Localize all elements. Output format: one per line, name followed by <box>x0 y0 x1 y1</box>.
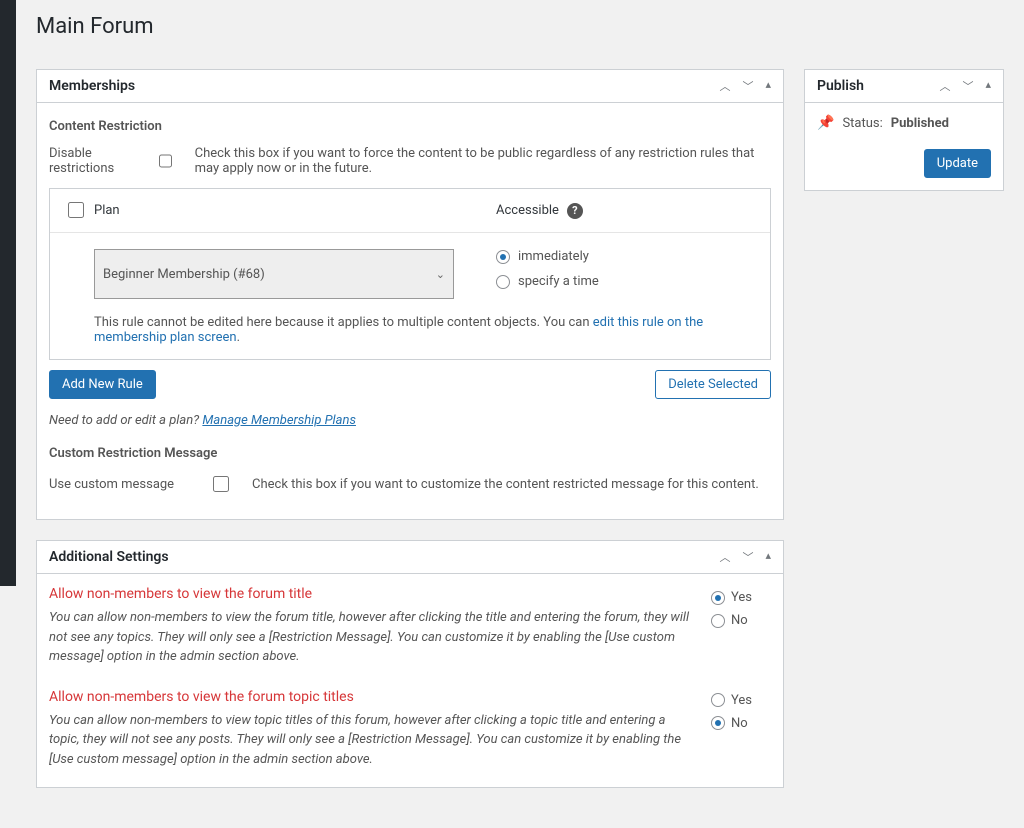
memberships-header: Memberships ︿ ﹀ ▴ <box>37 70 783 103</box>
access-immediately-label: immediately <box>518 249 589 264</box>
setting-topic-titles: Allow non-members to view the forum topi… <box>49 689 693 705</box>
setting-topic-titles-desc: You can allow non-members to view topic … <box>49 711 693 770</box>
custom-message-hint: Check this box if you want to customize … <box>252 477 759 492</box>
caret-up-icon[interactable]: ▴ <box>765 549 771 565</box>
access-specify-label: specify a time <box>518 274 599 289</box>
caret-up-icon[interactable]: ▴ <box>765 78 771 94</box>
manage-plans-prefix: Need to add or edit a plan? <box>49 413 199 428</box>
memberships-box: Memberships ︿ ﹀ ▴ Content Restriction Di… <box>36 69 784 520</box>
chevron-down-icon[interactable]: ﹀ <box>742 549 753 565</box>
chevron-up-icon[interactable]: ︿ <box>939 78 950 94</box>
delete-selected-button[interactable]: Delete Selected <box>655 370 771 399</box>
plan-select[interactable]: Beginner Membership (#68) ⌄ <box>94 249 454 299</box>
memberships-title: Memberships <box>49 78 135 94</box>
rules-table: Plan Accessible ? Beginner Membership (#… <box>49 188 771 360</box>
publish-title: Publish <box>817 78 864 94</box>
s2-yes-radio[interactable] <box>711 693 725 707</box>
select-all-rules-checkbox[interactable] <box>68 202 84 218</box>
access-specify-radio[interactable] <box>496 275 510 289</box>
no-label: No <box>731 716 748 731</box>
key-icon: 📌 <box>817 115 834 131</box>
chevron-down-icon: ⌄ <box>436 268 445 281</box>
rule-note-prefix: This rule cannot be edited here because … <box>94 315 593 330</box>
accessible-column-header: Accessible <box>496 203 559 218</box>
status-value: Published <box>891 116 949 131</box>
yes-label: Yes <box>731 693 752 708</box>
custom-message-label: Use custom message <box>49 477 189 492</box>
rule-note: This rule cannot be edited here because … <box>50 309 770 359</box>
status-label: Status: <box>842 116 882 131</box>
help-icon[interactable]: ? <box>567 203 583 219</box>
caret-up-icon[interactable]: ▴ <box>985 78 991 94</box>
custom-message-checkbox[interactable] <box>213 476 229 492</box>
s1-yes-radio[interactable] <box>711 591 725 605</box>
manage-plans-link[interactable]: Manage Membership Plans <box>202 413 356 428</box>
setting-forum-title: Allow non-members to view the forum titl… <box>49 586 693 602</box>
custom-message-heading: Custom Restriction Message <box>49 446 771 461</box>
disable-restrictions-label: Disable restrictions <box>49 146 135 176</box>
additional-settings-header: Additional Settings ︿ ﹀ ▴ <box>37 541 783 574</box>
add-new-rule-button[interactable]: Add New Rule <box>49 370 156 399</box>
chevron-down-icon[interactable]: ﹀ <box>742 78 753 94</box>
chevron-up-icon[interactable]: ︿ <box>719 78 730 94</box>
chevron-down-icon[interactable]: ﹀ <box>962 78 973 94</box>
yes-label: Yes <box>731 590 752 605</box>
s1-no-radio[interactable] <box>711 614 725 628</box>
s2-no-radio[interactable] <box>711 716 725 730</box>
access-immediately-radio[interactable] <box>496 250 510 264</box>
publish-box: Publish ︿ ﹀ ▴ 📌 Status: Published Update <box>804 69 1004 191</box>
publish-header: Publish ︿ ﹀ ▴ <box>805 70 1003 103</box>
disable-restrictions-hint: Check this box if you want to force the … <box>195 146 771 176</box>
page-title: Main Forum <box>36 14 1024 39</box>
plan-select-value: Beginner Membership (#68) <box>103 267 265 282</box>
plan-column-header: Plan <box>94 203 496 218</box>
update-button[interactable]: Update <box>924 149 991 178</box>
admin-sidebar-strip <box>0 0 16 586</box>
disable-restrictions-checkbox[interactable] <box>159 153 172 169</box>
additional-settings-box: Additional Settings ︿ ﹀ ▴ Allow non-memb… <box>36 540 784 788</box>
setting-forum-title-desc: You can allow non-members to view the fo… <box>49 608 693 667</box>
rule-note-suffix: . <box>237 330 240 345</box>
content-restriction-heading: Content Restriction <box>49 119 771 134</box>
additional-settings-title: Additional Settings <box>49 549 169 565</box>
chevron-up-icon[interactable]: ︿ <box>719 549 730 565</box>
no-label: No <box>731 613 748 628</box>
